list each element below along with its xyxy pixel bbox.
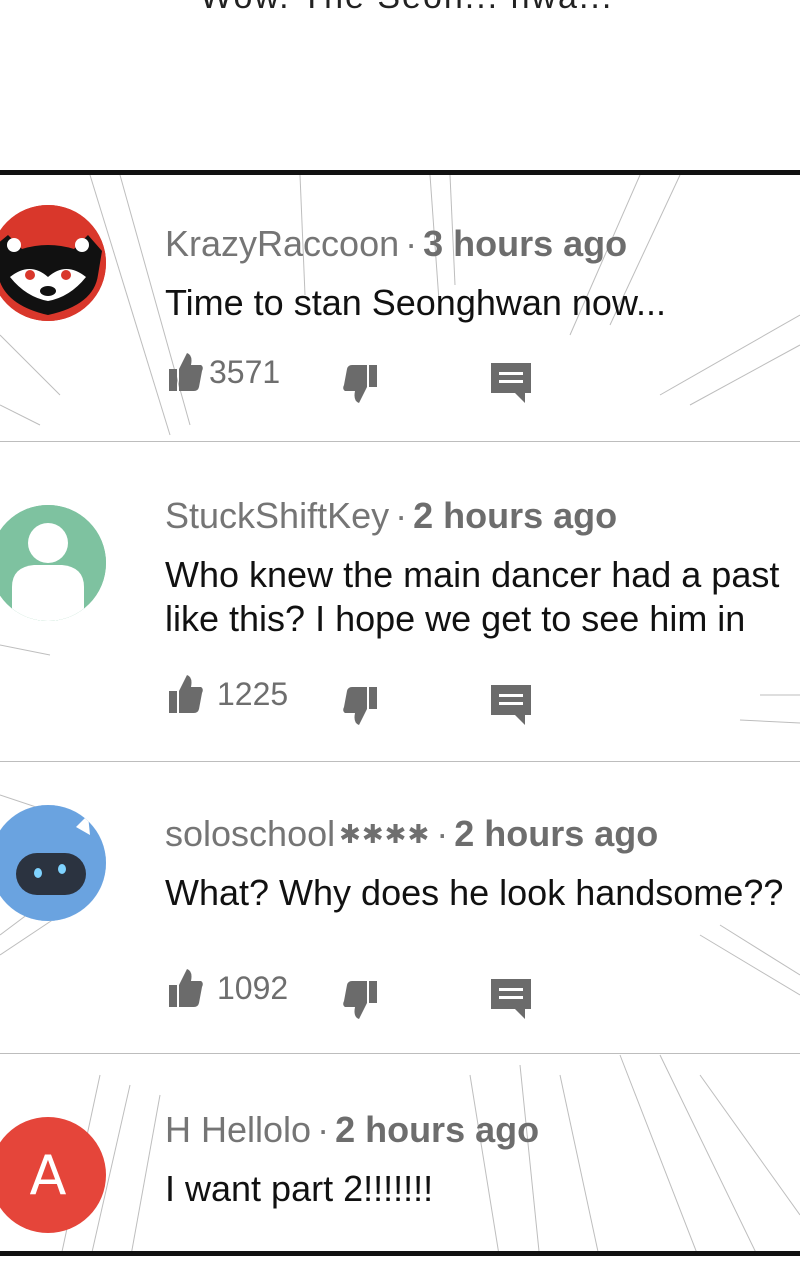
comment-line: I want part 2!!!!!!! <box>165 1168 434 1209</box>
user-silhouette-icon <box>0 505 106 621</box>
like-button[interactable]: 3571 <box>169 353 280 391</box>
timestamp: 2 hours ago <box>413 495 618 536</box>
separator: · <box>317 1109 330 1150</box>
rank-badge: ✱✱✱✱ <box>339 819 431 849</box>
raccoon-avatar-icon <box>0 205 106 321</box>
like-button[interactable]: 1092 <box>169 969 288 1007</box>
comment-meta: StuckShiftKey · 2 hours ago <box>165 495 617 537</box>
comment-text: Who knew the main dancer had a past like… <box>165 553 800 641</box>
comment-meta: soloschool ✱✱✱✱ · 2 hours ago <box>165 813 658 855</box>
avatar[interactable] <box>0 505 106 621</box>
separator: · <box>436 813 449 854</box>
comment-panel: KrazyRaccoon · 3 hours ago Time to stan Se… <box>0 170 800 1256</box>
comment-line: Time to stan Seonghwan now... <box>165 282 666 323</box>
comment-actions: 3571 <box>165 353 565 403</box>
comment-actions: 1092 <box>165 969 565 1019</box>
avatar[interactable] <box>0 205 106 321</box>
reply-button[interactable] <box>491 685 531 725</box>
robot-avatar-icon <box>0 805 106 921</box>
reply-button[interactable] <box>491 363 531 403</box>
username[interactable]: H Hellolo <box>165 1109 311 1150</box>
thumbs-up-icon <box>169 353 203 391</box>
reply-icon <box>491 363 531 403</box>
comment-meta: KrazyRaccoon · 3 hours ago <box>165 223 627 265</box>
thumbs-up-icon <box>169 969 203 1007</box>
dislike-button[interactable] <box>343 687 377 725</box>
comment-line: What? Why does he look handsome?? <box>165 872 784 913</box>
comment-line: Who knew the main dancer had a past <box>165 554 780 595</box>
thumbs-down-icon <box>343 365 377 403</box>
like-button[interactable]: 1225 <box>169 675 288 713</box>
comment-text: What? Why does he look handsome?? <box>165 871 800 915</box>
reply-icon <box>491 685 531 725</box>
avatar[interactable] <box>0 805 106 921</box>
comment-divider <box>0 761 800 762</box>
avatar-letter: A <box>29 1143 67 1207</box>
separator: · <box>395 495 408 536</box>
timestamp: 2 hours ago <box>335 1109 540 1150</box>
username[interactable]: StuckShiftKey <box>165 495 389 536</box>
thumbs-down-icon <box>343 687 377 725</box>
comment-actions: 1225 <box>165 675 565 725</box>
comment-meta: H Hellolo · 2 hours ago <box>165 1109 539 1151</box>
like-count: 3571 <box>209 353 281 390</box>
timestamp: 3 hours ago <box>423 223 628 264</box>
dislike-button[interactable] <box>343 981 377 1019</box>
comment-divider <box>0 441 800 442</box>
comment-text: Time to stan Seonghwan now... <box>165 281 800 325</box>
dislike-button[interactable] <box>343 365 377 403</box>
username[interactable]: soloschool <box>165 813 335 854</box>
comment-divider <box>0 1053 800 1054</box>
reply-button[interactable] <box>491 979 531 1019</box>
comment-text: I want part 2!!!!!!! <box>165 1167 800 1211</box>
reply-icon <box>491 979 531 1019</box>
comment-line: like this? I hope we get to see him in <box>165 598 746 639</box>
timestamp: 2 hours ago <box>454 813 659 854</box>
avatar[interactable]: A <box>0 1117 106 1233</box>
thumbs-up-icon <box>169 675 203 713</box>
username[interactable]: KrazyRaccoon <box>165 223 399 264</box>
cut-off-top-text: Wow. The Seon... hwa... <box>200 0 613 17</box>
separator: · <box>405 223 418 264</box>
thumbs-down-icon <box>343 981 377 1019</box>
like-count: 1225 <box>217 675 289 712</box>
like-count: 1092 <box>217 969 289 1006</box>
